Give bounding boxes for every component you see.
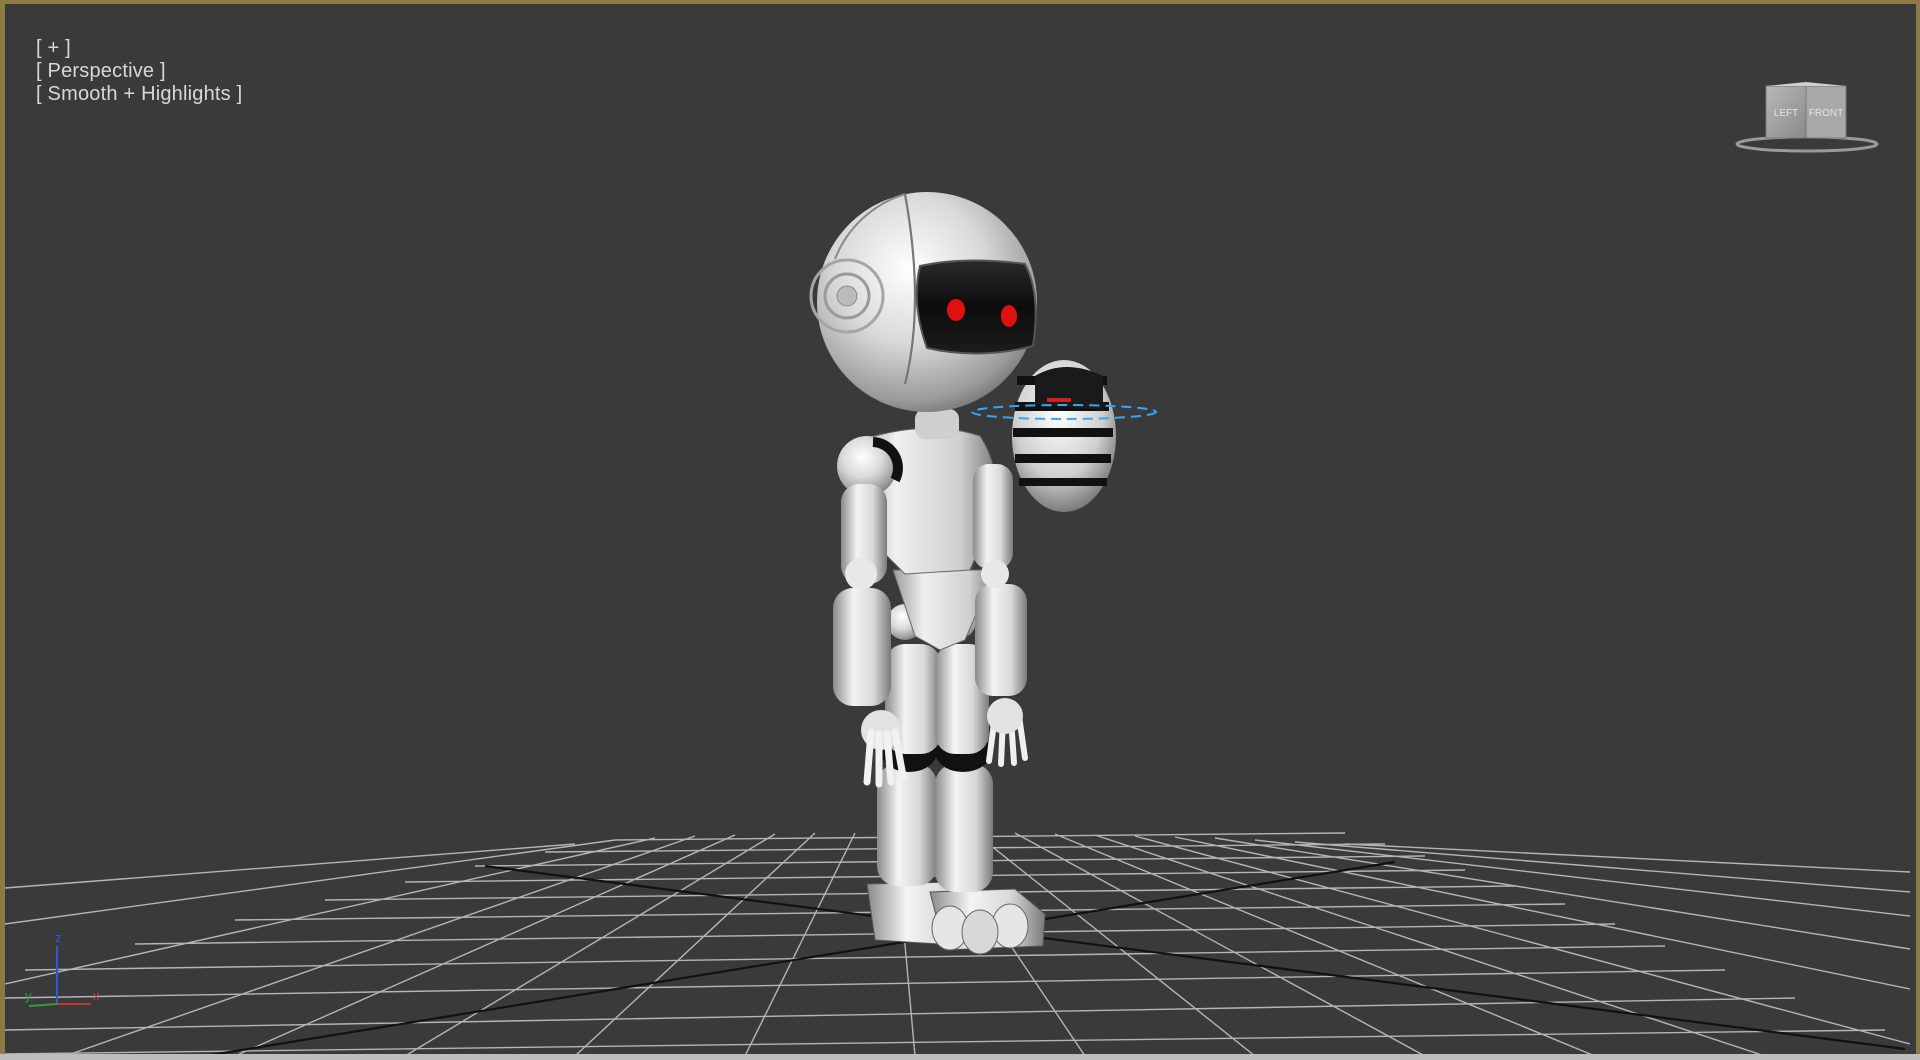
perspective-viewport[interactable]: [ + ] [ Perspective ] [ Smooth + Highlig… — [0, 0, 1920, 1060]
viewport-label: [ + ] [ Perspective ] [ Smooth + Highlig… — [13, 14, 242, 129]
viewcube-ring[interactable] — [1735, 135, 1879, 153]
viewport-bottom-strip — [0, 1054, 1920, 1060]
axis-z-label: z — [55, 930, 62, 945]
robot-model[interactable] — [809, 192, 1046, 955]
viewcube-face-front[interactable]: FRONT — [1809, 108, 1843, 119]
axis-tripod: z x y — [25, 930, 100, 1007]
shading-mode-menu[interactable]: [ Smooth + Highlights ] — [36, 83, 242, 105]
viewcube-face-left[interactable]: LEFT — [1774, 108, 1798, 119]
view-type-menu[interactable]: [ Perspective ] — [36, 60, 166, 82]
viewport-menu-button[interactable]: [ + ] — [36, 37, 71, 59]
axis-x-label: x — [93, 988, 100, 1003]
viewcube[interactable]: LEFT FRONT — [1732, 80, 1882, 160]
scene-3d[interactable] — [5, 4, 1915, 1056]
axis-y-label: y — [25, 988, 32, 1003]
